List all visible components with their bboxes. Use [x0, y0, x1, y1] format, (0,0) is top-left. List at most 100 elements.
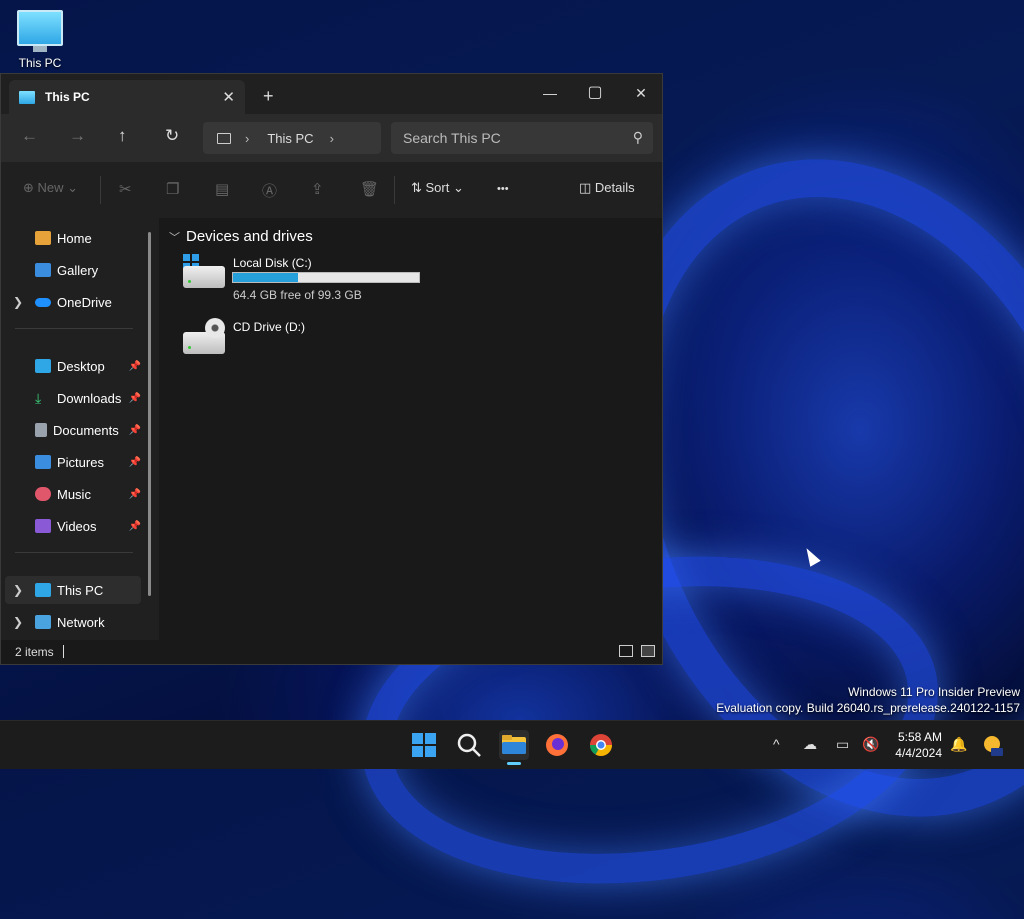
minimize-button[interactable]: — — [527, 78, 573, 108]
clock-time: 5:58 AM — [897, 730, 942, 744]
search-icon — [457, 733, 481, 757]
start-button[interactable] — [410, 731, 438, 759]
taskbar: ^ ☁ ▭ 🔇 5:58 AM 4/4/2024 🔔 — [0, 720, 1024, 769]
desktop-folder-icon — [35, 359, 51, 373]
active-app-indicator — [507, 762, 521, 765]
sidebar-item-desktop[interactable]: Desktop 📌 — [5, 352, 141, 380]
address-bar-row: ← → ↑ ↻ › This PC › Search This PC ⚲ — [1, 114, 662, 162]
pin-icon[interactable]: 📌 — [129, 489, 141, 500]
firefox-button[interactable] — [543, 731, 571, 759]
drive-name: CD Drive (D:) — [233, 320, 305, 334]
sidebar-item-documents[interactable]: Documents 📌 — [5, 416, 141, 444]
notification-bell-icon[interactable]: 🔔 — [950, 736, 967, 753]
drive-item-c[interactable]: Local Disk (C:) 64.4 GB free of 99.3 GB — [183, 254, 443, 304]
chrome-button[interactable] — [587, 731, 615, 759]
insider-preview-badge-icon[interactable] — [980, 733, 1004, 757]
tab-title: This PC — [45, 90, 90, 104]
paste-icon[interactable]: ▤ — [215, 180, 229, 198]
pin-icon[interactable]: 📌 — [129, 393, 141, 404]
sidebar-item-home[interactable]: Home — [5, 224, 141, 252]
pin-icon[interactable]: 📌 — [129, 425, 141, 436]
pin-icon[interactable]: 📌 — [129, 521, 141, 532]
search-button[interactable] — [455, 731, 483, 759]
expand-chevron-icon[interactable]: ❯ — [13, 295, 23, 309]
divider — [100, 176, 101, 204]
sidebar-item-gallery[interactable]: Gallery — [5, 256, 141, 284]
breadcrumb-this-pc[interactable]: This PC — [267, 131, 313, 146]
command-bar: ⊕ New ⌄ ✂ ❐ ▤ Ⓐ ⇪ 🗑 ⇅ Sort ⌄ ••• ◫ Detai… — [1, 162, 662, 219]
network-icon — [35, 615, 51, 629]
sidebar-item-network[interactable]: ❯ Network — [5, 608, 141, 636]
desktop-icon-this-pc[interactable]: This PC — [10, 10, 70, 70]
cloud-icon — [35, 297, 51, 307]
refresh-button[interactable]: ↻ — [165, 126, 179, 146]
search-icon: ⚲ — [632, 129, 643, 145]
hard-drive-icon — [183, 266, 225, 288]
desktop-icon-label: This PC — [18, 56, 62, 70]
computer-icon — [217, 132, 231, 144]
up-button[interactable]: ↑ — [118, 126, 127, 146]
download-icon: ⤓ — [35, 390, 42, 406]
close-tab-button[interactable]: ✕ — [222, 88, 235, 106]
sidebar-item-downloads[interactable]: ⤓ Downloads 📌 — [5, 384, 141, 412]
sidebar-item-label: Videos — [57, 518, 97, 534]
back-button[interactable]: ← — [21, 126, 38, 146]
sidebar-item-this-pc[interactable]: ❯ This PC — [5, 576, 141, 604]
breadcrumb-chevron[interactable]: › — [330, 131, 334, 146]
breadcrumb-chevron[interactable]: › — [245, 131, 249, 146]
sort-button[interactable]: ⇅ Sort ⌄ — [411, 180, 464, 196]
onedrive-offline-icon[interactable]: ☁ — [803, 736, 817, 753]
chrome-icon — [590, 734, 612, 756]
sidebar-item-label: Network — [57, 614, 105, 630]
copy-icon[interactable]: ❐ — [166, 180, 179, 198]
navigation-scrollbar[interactable] — [148, 232, 151, 596]
tab-this-pc[interactable]: This PC ✕ — [9, 80, 245, 114]
sidebar-item-onedrive[interactable]: ❯ OneDrive — [5, 288, 141, 316]
status-bar: 2 items — [1, 640, 662, 664]
search-input[interactable]: Search This PC ⚲ — [391, 122, 653, 154]
new-tab-button[interactable]: + — [263, 86, 274, 107]
document-icon — [35, 423, 47, 437]
sidebar-item-label: Music — [57, 486, 91, 502]
expand-chevron-icon[interactable]: ❯ — [13, 583, 23, 597]
group-header-devices[interactable]: ﹀ Devices and drives — [169, 228, 313, 245]
close-window-button[interactable]: ✕ — [618, 78, 664, 108]
sidebar-item-label: Downloads — [57, 390, 122, 406]
sidebar-item-label: OneDrive — [57, 294, 112, 310]
computer-icon — [19, 90, 35, 104]
videos-icon — [35, 519, 51, 533]
divider — [394, 176, 395, 204]
file-explorer-taskbar-button[interactable] — [499, 730, 529, 765]
pin-icon[interactable]: 📌 — [129, 361, 141, 372]
sidebar-item-label: This PC — [57, 582, 104, 598]
divider — [15, 328, 133, 329]
tray-overflow-button[interactable]: ^ — [773, 736, 780, 752]
new-button[interactable]: ⊕ New ⌄ — [23, 180, 78, 196]
volume-muted-icon[interactable]: 🔇 — [862, 736, 879, 753]
drive-item-d[interactable]: CD Drive (D:) — [183, 318, 443, 358]
navigation-pane: Home Gallery ❯ OneDrive Desktop 📌 ⤓ Down… — [1, 218, 159, 640]
more-options-button[interactable]: ••• — [497, 183, 509, 195]
sidebar-item-videos[interactable]: Videos 📌 — [5, 512, 141, 540]
network-status-icon[interactable]: ▭ — [836, 736, 849, 753]
title-bar: This PC ✕ + — ▢ ✕ — [1, 74, 662, 114]
address-bar[interactable]: › This PC › — [203, 122, 381, 154]
sort-label: Sort — [425, 180, 450, 195]
details-button[interactable]: ◫ Details — [579, 180, 635, 196]
details-pane-icon: ◫ — [579, 180, 595, 195]
details-view-icon[interactable] — [619, 645, 633, 657]
delete-icon[interactable]: 🗑 — [360, 180, 379, 198]
rename-icon[interactable]: Ⓐ — [262, 180, 277, 201]
share-icon[interactable]: ⇪ — [311, 180, 324, 198]
expand-chevron-icon[interactable]: ❯ — [13, 615, 23, 629]
sidebar-item-music[interactable]: Music 📌 — [5, 480, 141, 508]
maximize-button[interactable]: ▢ — [572, 78, 618, 108]
system-clock[interactable]: 5:58 AM 4/4/2024 — [888, 729, 942, 761]
forward-button[interactable]: → — [69, 126, 86, 146]
sidebar-item-pictures[interactable]: Pictures 📌 — [5, 448, 141, 476]
cut-icon[interactable]: ✂ — [119, 180, 132, 198]
drive-usage-bar — [232, 272, 420, 283]
tiles-view-icon[interactable] — [641, 645, 655, 657]
firefox-icon — [546, 734, 568, 756]
pin-icon[interactable]: 📌 — [129, 457, 141, 468]
